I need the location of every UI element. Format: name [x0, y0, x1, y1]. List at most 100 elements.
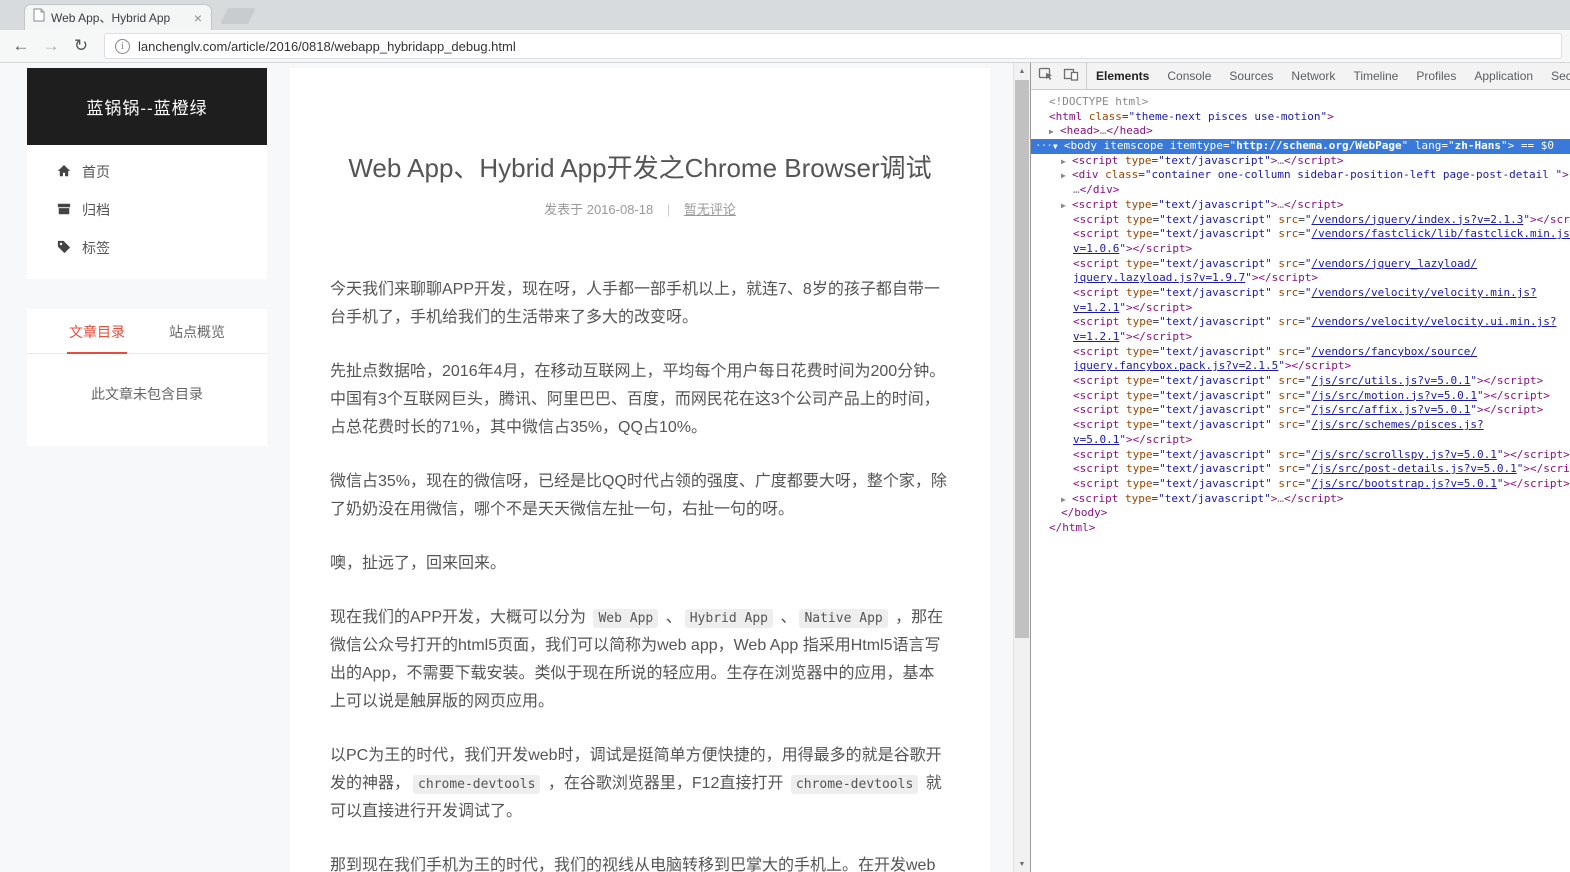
devtools-tab-elements[interactable]: Elements — [1087, 63, 1158, 89]
devtools-node[interactable]: v=1.2.1"></script> — [1031, 301, 1570, 316]
collapsed-arrow-icon[interactable]: ▶ — [1061, 199, 1072, 213]
sidebar-nav: 首页 归档 标签 — [27, 145, 267, 279]
sidebar-item-tags[interactable]: 标签 — [27, 229, 267, 267]
devtools-node[interactable]: <script type="text/javascript" src="/js/… — [1031, 477, 1570, 492]
inline-code: chrome-devtools — [790, 775, 919, 794]
devtools-tab-application[interactable]: Application — [1465, 63, 1542, 89]
expanded-arrow-icon[interactable]: ▼ — [1053, 140, 1064, 154]
devtools-node[interactable]: ▶ <script type="text/javascript">…</scrip… — [1031, 154, 1570, 169]
overflow-dots-icon: ··· — [1035, 139, 1053, 153]
devtools-panel: Elements Console Sources Network Timeline Pro… — [1030, 63, 1570, 872]
devtools-node[interactable]: jquery.lazyload.js?v=1.9.7"></script> — [1031, 271, 1570, 286]
devtools-icons — [1031, 63, 1087, 89]
devtools-tab-security[interactable]: Security — [1542, 63, 1570, 89]
post-date: 发表于 2016-08-18 — [544, 202, 654, 217]
toc-tabs: 文章目录 站点概览 — [27, 309, 267, 354]
url-text: lanchenglv.com/article/2016/0818/webapp_… — [138, 38, 516, 54]
sidebar-item-archive[interactable]: 归档 — [27, 191, 267, 229]
paragraph-text: 那到现在我们手机为王的时代，我们的视线从电脑转移到巴掌大的手机上。在开发web … — [330, 857, 936, 872]
article-paragraph: 那到现在我们手机为王的时代，我们的视线从电脑转移到巴掌大的手机上。在开发web … — [330, 852, 950, 872]
sidebar-item-home[interactable]: 首页 — [27, 153, 267, 191]
devtools-node[interactable]: <script type="text/javascript" src="/js/… — [1031, 374, 1570, 389]
devtools-node[interactable]: jquery.fancybox.pack.js?v=2.1.5"></scrip… — [1031, 359, 1570, 374]
address-bar[interactable]: i lanchenglv.com/article/2016/0818/webap… — [104, 33, 1562, 59]
devtools-node[interactable]: <!DOCTYPE html> — [1031, 95, 1570, 110]
paragraph-text: 先扯点数据哈，2016年4月，在移动互联网上，平均每个用户每日花费时间为200分… — [330, 363, 946, 436]
paragraph-text: 、 — [776, 609, 797, 626]
devtools-node[interactable]: v=1.0.6"></script> — [1031, 242, 1570, 257]
collapsed-arrow-icon[interactable]: ▶ — [1061, 493, 1072, 507]
devtools-node[interactable]: ▶ <div class="container one-collumn sideb… — [1031, 168, 1570, 183]
devtools-node[interactable]: <script type="text/javascript" src="/ven… — [1031, 227, 1570, 242]
devtools-tab-profiles[interactable]: Profiles — [1407, 63, 1465, 89]
reload-button[interactable]: ↻ — [68, 33, 94, 59]
devtools-tab-console[interactable]: Console — [1158, 63, 1220, 89]
browser-tab[interactable]: Web App、Hybrid App × — [24, 4, 212, 30]
tab-title: Web App、Hybrid App — [51, 11, 171, 25]
devtools-node[interactable]: <script type="text/javascript" src="/ven… — [1031, 345, 1570, 360]
back-button[interactable]: ← — [8, 33, 34, 59]
devtools-tab-network[interactable]: Network — [1282, 63, 1344, 89]
site-title: 蓝锅锅--蓝橙绿 — [27, 68, 267, 145]
inline-code: Web App — [593, 609, 659, 628]
devtools-node[interactable]: <script type="text/javascript" src="/ven… — [1031, 286, 1570, 301]
paragraph-text: 噢，扯远了，回来回来。 — [330, 555, 507, 572]
device-toolbar-icon[interactable] — [1063, 66, 1079, 87]
article-paragraph: 先扯点数据哈，2016年4月，在移动互联网上，平均每个用户每日花费时间为200分… — [330, 358, 950, 442]
devtools-node[interactable]: <script type="text/javascript" src="/ven… — [1031, 257, 1570, 272]
tab-strip: Web App、Hybrid App × — [0, 0, 1570, 30]
sidebar-item-label: 标签 — [82, 240, 110, 256]
devtools-node[interactable]: </body> — [1031, 506, 1570, 521]
devtools-tab-timeline[interactable]: Timeline — [1344, 63, 1407, 89]
devtools-node[interactable]: ▶ <script type="text/javascript">…</scrip… — [1031, 198, 1570, 213]
scrollbar-thumb[interactable] — [1015, 80, 1029, 638]
tab-site-overview[interactable]: 站点概览 — [167, 309, 227, 354]
devtools-node[interactable]: …</div> — [1031, 183, 1570, 198]
devtools-node[interactable]: <script type="text/javascript" src="/js/… — [1031, 448, 1570, 463]
devtools-selected-node[interactable]: ···▼ <body itemscope itemtype="http://sch… — [1031, 139, 1570, 154]
tag-icon — [57, 240, 71, 257]
devtools-toolbar: Elements Console Sources Network Timeline Pro… — [1031, 63, 1570, 90]
page-scrollbar[interactable]: ▲ ▼ — [1013, 63, 1030, 872]
new-tab-button[interactable] — [220, 8, 256, 24]
paragraph-text: 现在我们的APP开发，大概可以分为 — [330, 609, 591, 626]
toc-panel: 文章目录 站点概览 此文章未包含目录 — [27, 309, 267, 446]
devtools-code: <!DOCTYPE html> <html class="theme-next p… — [1031, 90, 1570, 872]
sidebar: 蓝锅锅--蓝橙绿 首页 归档 标签 文章目录 站点概览 此文章未包含目录 — [27, 68, 267, 446]
collapsed-arrow-icon[interactable]: ▶ — [1049, 125, 1060, 139]
meta-divider: | — [666, 202, 671, 217]
devtools-node[interactable]: <script type="text/javascript" src="/ven… — [1031, 213, 1570, 228]
devtools-node[interactable]: <script type="text/javascript" src="/js/… — [1031, 403, 1570, 418]
article-paragraph: 以PC为王的时代，我们开发web时，调试是挺简单方便快捷的，用得最多的就是谷歌开… — [330, 742, 950, 826]
devtools-node[interactable]: <html class="theme-next pisces use-motio… — [1031, 110, 1570, 125]
forward-button[interactable]: → — [38, 33, 64, 59]
browser-toolbar: ← → ↻ i lanchenglv.com/article/2016/0818… — [0, 30, 1570, 63]
comments-link[interactable]: 暂无评论 — [684, 202, 736, 217]
page-title: Web App、Hybrid App开发之Chrome Browser调试 — [348, 153, 932, 183]
scroll-down-icon[interactable]: ▼ — [1014, 856, 1030, 872]
article-paragraphs: 今天我们来聊聊APP开发，现在呀，人手都一部手机以上，就连7、8岁的孩子都自带一… — [330, 276, 950, 872]
scroll-up-icon[interactable]: ▲ — [1014, 63, 1030, 79]
page-info-icon[interactable]: i — [115, 38, 130, 54]
article-paragraph: 微信占35%，现在的微信呀，已经是比QQ时代占领的强度、广度都要大呀，整个家，除… — [330, 468, 950, 524]
devtools-node[interactable]: <script type="text/javascript" src="/js/… — [1031, 418, 1570, 433]
devtools-node[interactable]: v=5.0.1"></script> — [1031, 433, 1570, 448]
article-paragraph: 噢，扯远了，回来回来。 — [330, 550, 950, 578]
toc-empty-message: 此文章未包含目录 — [91, 386, 203, 402]
tab-close-icon[interactable]: × — [192, 11, 204, 25]
tab-article-toc[interactable]: 文章目录 — [67, 309, 127, 354]
devtools-node[interactable]: <script type="text/javascript" src="/js/… — [1031, 462, 1570, 477]
paragraph-text: 今天我们来聊聊APP开发，现在呀，人手都一部手机以上，就连7、8岁的孩子都自带一… — [330, 281, 940, 326]
devtools-node[interactable]: v=1.2.1"></script> — [1031, 330, 1570, 345]
collapsed-arrow-icon[interactable]: ▶ — [1061, 169, 1072, 183]
collapsed-arrow-icon[interactable]: ▶ — [1061, 155, 1072, 169]
inspect-element-icon[interactable] — [1038, 66, 1054, 87]
post-meta: 发表于 2016-08-18 | 暂无评论 — [330, 199, 950, 218]
devtools-node[interactable]: <script type="text/javascript" src="/ven… — [1031, 315, 1570, 330]
devtools-node[interactable]: </html> — [1031, 521, 1570, 536]
archive-icon — [57, 202, 71, 219]
devtools-tab-sources[interactable]: Sources — [1220, 63, 1282, 89]
devtools-node[interactable]: <script type="text/javascript" src="/js/… — [1031, 389, 1570, 404]
devtools-node[interactable]: ▶ <script type="text/javascript">…</scrip… — [1031, 492, 1570, 507]
devtools-node[interactable]: ▶ <head>…</head> — [1031, 124, 1570, 139]
